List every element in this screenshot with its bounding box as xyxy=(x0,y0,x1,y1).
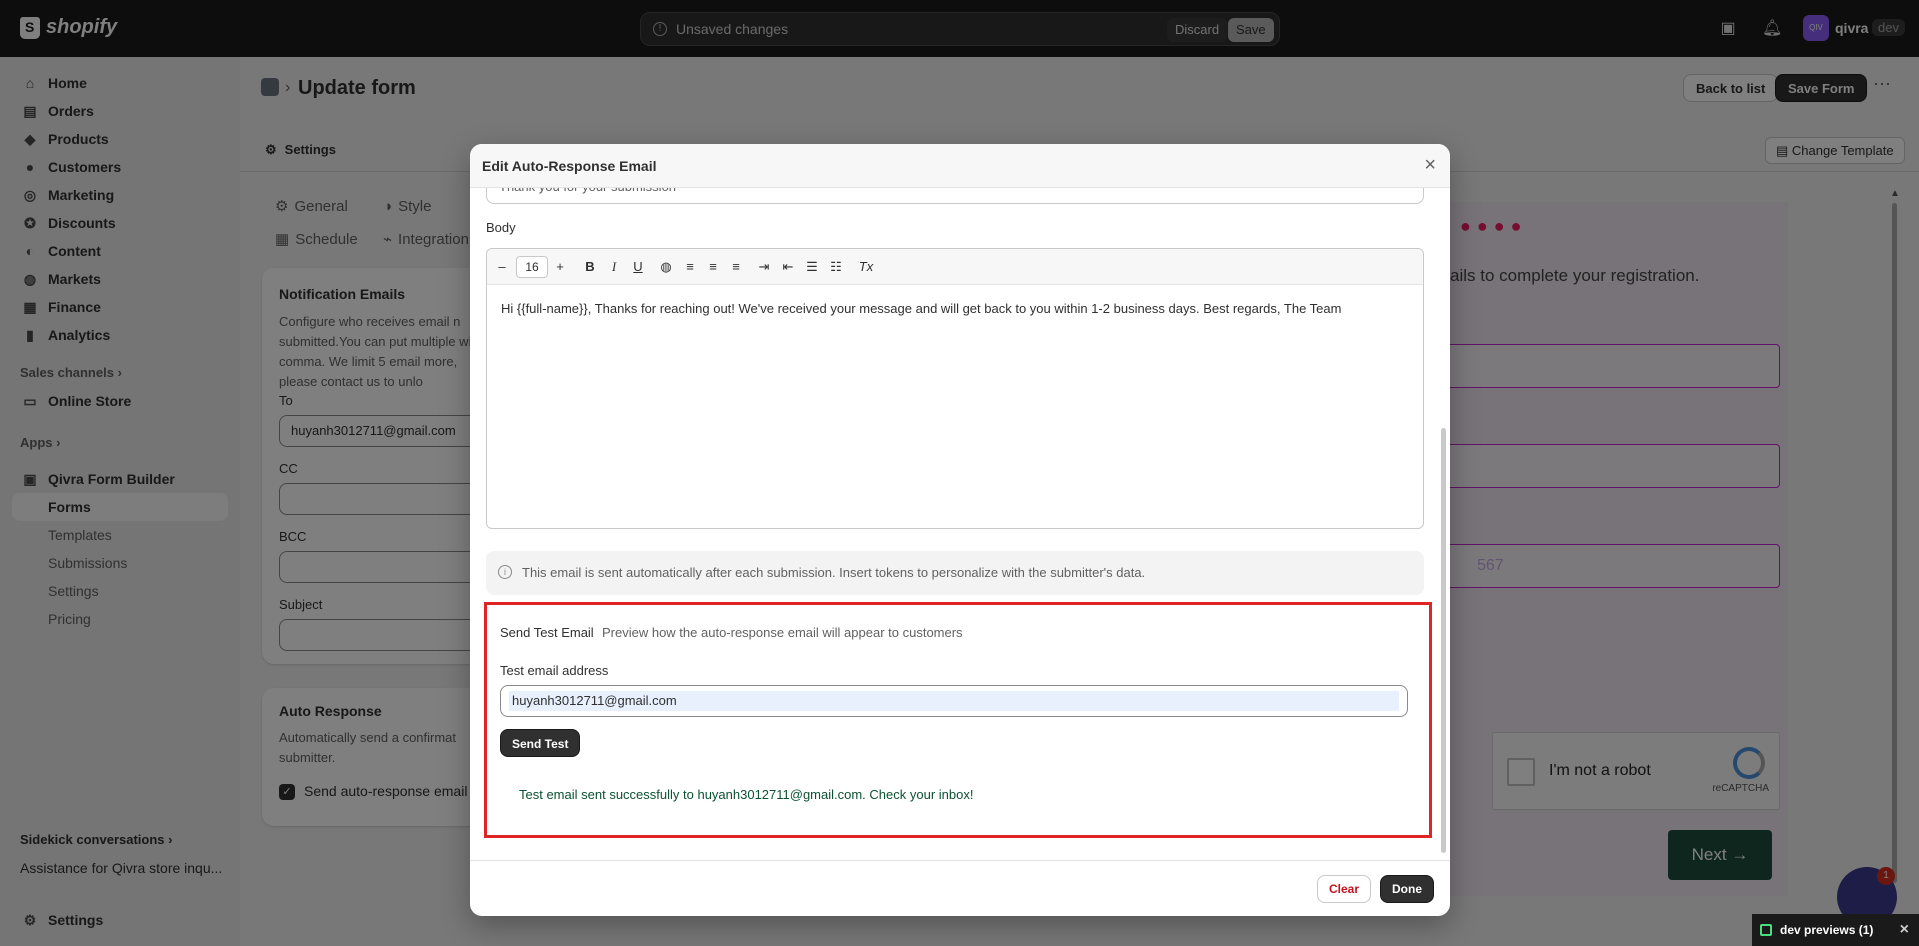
italic-icon[interactable]: I xyxy=(605,258,623,276)
email-body-text[interactable]: Hi {{full-name}}, Thanks for reaching ou… xyxy=(501,299,1421,319)
body-label: Body xyxy=(486,220,516,235)
send-test-subtitle: Preview how the auto-response email will… xyxy=(602,625,963,640)
underline-icon[interactable]: U xyxy=(629,258,647,276)
numbered-list-icon[interactable]: ☷ xyxy=(827,258,845,276)
align-left-icon[interactable]: ≡ xyxy=(681,258,699,276)
modal-header: Edit Auto-Response Email × xyxy=(470,144,1450,188)
info-banner: i This email is sent automatically after… xyxy=(486,551,1424,595)
editor-toolbar: – 16 + B I U ◍ ≡ ≡ ≡ ⇥ ⇤ ☰ ☷ Tx xyxy=(487,249,1423,285)
close-icon[interactable]: × xyxy=(1900,914,1909,946)
send-test-title: Send Test Email xyxy=(500,625,594,640)
modal-body: Thank you for your submission Body – 16 … xyxy=(470,188,1450,860)
indent-icon[interactable]: ⇥ xyxy=(755,258,773,276)
font-size-input[interactable]: 16 xyxy=(516,256,548,278)
modal-footer: Clear Done xyxy=(470,860,1450,916)
bold-icon[interactable]: B xyxy=(581,258,599,276)
test-email-input[interactable]: huyanh3012711@gmail.com xyxy=(500,685,1408,717)
increase-size-icon[interactable]: + xyxy=(551,258,569,276)
send-test-button[interactable]: Send Test xyxy=(500,729,581,757)
test-email-label: Test email address xyxy=(500,663,609,678)
preview-icon xyxy=(1760,924,1772,936)
close-icon[interactable]: × xyxy=(1424,154,1436,177)
edit-auto-response-modal: Edit Auto-Response Email × Thank you for… xyxy=(470,144,1450,916)
clear-button[interactable]: Clear xyxy=(1317,875,1372,903)
dev-previews-label: dev previews xyxy=(1780,923,1856,937)
success-message: Test email sent successfully to huyanh30… xyxy=(519,787,974,802)
clear-format-icon[interactable]: Tx xyxy=(857,258,875,276)
info-text: This email is sent automatically after e… xyxy=(522,565,1146,580)
align-right-icon[interactable]: ≡ xyxy=(727,258,745,276)
done-button[interactable]: Done xyxy=(1380,875,1434,903)
dev-previews-count: (1) xyxy=(1858,923,1874,937)
bullet-list-icon[interactable]: ☰ xyxy=(803,258,821,276)
dev-previews-bar[interactable]: dev previews (1) × xyxy=(1752,914,1919,946)
rich-text-editor: – 16 + B I U ◍ ≡ ≡ ≡ ⇥ ⇤ ☰ ☷ Tx Hi {{ful… xyxy=(486,248,1424,529)
test-email-value: huyanh3012711@gmail.com xyxy=(509,691,1399,711)
outdent-icon[interactable]: ⇤ xyxy=(779,258,797,276)
color-palette-icon[interactable]: ◍ xyxy=(657,258,675,276)
send-test-email-section: Send Test Email Preview how the auto-res… xyxy=(484,602,1432,838)
modal-scrollbar[interactable] xyxy=(1441,188,1447,858)
subject-input[interactable]: Thank you for your submission xyxy=(486,188,1424,204)
modal-title: Edit Auto-Response Email xyxy=(482,158,657,174)
align-center-icon[interactable]: ≡ xyxy=(704,258,722,276)
scrollbar-thumb[interactable] xyxy=(1441,428,1446,853)
info-icon: i xyxy=(498,565,512,579)
decrease-size-icon[interactable]: – xyxy=(493,258,511,276)
